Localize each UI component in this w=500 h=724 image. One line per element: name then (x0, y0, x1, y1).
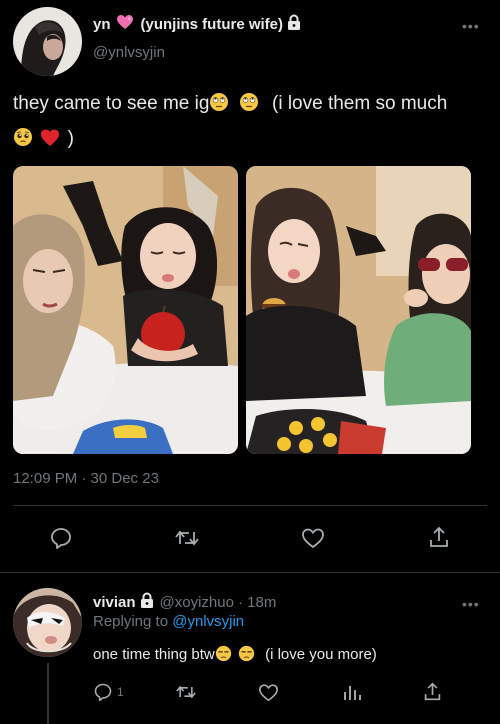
tweet-photo-left[interactable] (13, 166, 238, 454)
reply-display-name[interactable]: vivian (93, 594, 136, 611)
pleading-face-emoji (13, 126, 33, 158)
reply-icon (93, 682, 113, 702)
reply-count: 1 (117, 685, 124, 699)
reply-handle[interactable]: @xoyizhuo (160, 594, 234, 611)
more-options-icon[interactable]: ••• (462, 18, 480, 34)
author-avatar[interactable] (13, 7, 82, 76)
reply-reply-button[interactable]: 1 (93, 680, 124, 704)
unamused-face-emoji (238, 645, 255, 666)
reply-time: · 18m (237, 594, 277, 611)
reply-text-start: one time thing btw (93, 646, 215, 663)
reply-text-end: (i love you more) (265, 646, 377, 663)
lock-icon (287, 14, 301, 35)
like-icon[interactable] (298, 524, 328, 552)
lock-icon (140, 592, 154, 613)
rolling-eyes-emoji (239, 91, 259, 123)
tweet-text-end: ) (67, 128, 74, 149)
reply-avatar[interactable] (13, 588, 82, 657)
share-icon[interactable] (424, 523, 454, 551)
rolling-eyes-emoji (209, 91, 229, 123)
tweet-text-mid: (i love them so much (272, 93, 448, 114)
reply-icon[interactable] (46, 524, 76, 552)
thread-line (47, 663, 49, 724)
heart-emoji (116, 14, 133, 35)
divider (0, 572, 500, 573)
red-heart-emoji (40, 126, 60, 158)
author-display-name-suffix[interactable]: (yunjins future wife) (141, 16, 284, 33)
unamused-face-emoji (215, 645, 232, 666)
replying-to-prefix: Replying to (93, 613, 169, 630)
tweet-text-start: they came to see me ig (13, 93, 210, 114)
views-icon[interactable] (338, 680, 366, 704)
tweet-text: they came to see me ig (i love them so m… (13, 88, 493, 158)
retweet-icon[interactable] (172, 524, 202, 552)
replying-to-link[interactable]: @ynlvsyjin (172, 613, 244, 630)
divider (13, 505, 487, 506)
more-options-icon[interactable]: ••• (462, 596, 480, 612)
like-icon[interactable] (254, 680, 282, 704)
author-handle[interactable]: @ynlvsyjin (93, 44, 165, 61)
replying-to: Replying to @ynlvsyjin (93, 613, 244, 630)
author-display-name[interactable]: yn (93, 16, 111, 33)
reply-text: one time thing btw (i love you more) (93, 645, 377, 666)
share-icon[interactable] (418, 679, 446, 703)
retweet-icon[interactable] (172, 680, 200, 704)
tweet-photo-right[interactable] (246, 166, 471, 454)
tweet-timestamp[interactable]: 12:09 PM · 30 Dec 23 (13, 470, 159, 487)
